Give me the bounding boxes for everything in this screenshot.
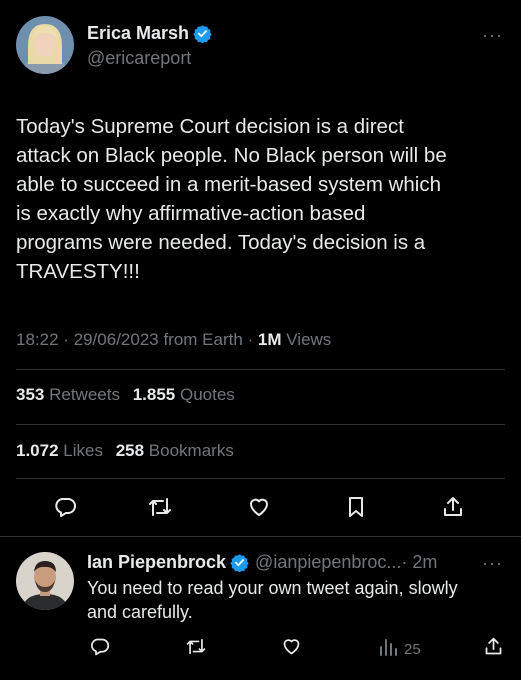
reply-views-button[interactable]: 25 [378,638,421,660]
tweet-text: Today's Supreme Court decision is a dire… [16,112,511,286]
quotes-count: 1.855 [132,385,176,404]
retweets-count: 353 [16,385,45,404]
bookmarks-label: Bookmarks [144,441,234,460]
verified-icon [230,553,249,573]
engagement-row-2: 1.072 Likes 258 Bookmarks [16,441,234,461]
reply-like-button[interactable] [278,636,304,662]
divider [16,478,505,479]
reply-author-name[interactable]: Ian Piepenbrock [87,552,226,573]
views-icon [378,637,398,662]
author-avatar[interactable] [16,16,74,74]
retweet-icon [147,495,173,524]
quotes-stat[interactable]: 1.855 Quotes [133,385,235,404]
reply-retweet-button[interactable] [183,636,209,662]
reply-icon [53,495,77,524]
tweet-text-line: programs were needed. Today's decision i… [16,231,426,254]
reply-text: You need to read your own tweet again, s… [87,576,507,624]
retweets-stat[interactable]: 353 Retweets [16,385,120,404]
retweet-button[interactable] [145,494,175,524]
divider [16,369,505,370]
reply-header: Ian Piepenbrock @ianpiepenbroc... · 2m [87,550,437,574]
likes-count: 1.072 [16,441,59,460]
tweet-text-line: TRAVESTY!!! [16,260,140,283]
reply-reply-button[interactable] [86,636,112,662]
reply-views-count: 25 [404,640,421,658]
tweet-text-line: attack on Black people. No Black person … [16,144,447,167]
likes-label: Likes [58,441,103,460]
bookmarks-stat[interactable]: 258 Bookmarks [116,441,234,460]
reply-share-button[interactable] [480,636,506,662]
author-name-row: Erica Marsh [87,21,212,45]
tweet-text-line: is exactly why affirmative-action based [16,202,366,225]
divider [0,536,521,537]
like-icon [247,495,271,524]
likes-stat[interactable]: 1.072 Likes [16,441,103,460]
tweet-meta: 18:22 · 29/06/2023 from Earth · 1M Views [16,330,331,350]
share-icon [441,495,465,524]
like-icon [281,636,302,662]
timestamp[interactable]: 18:22 · 29/06/2023 from Earth · [16,330,258,349]
verified-icon [193,24,212,44]
retweet-icon [185,636,207,662]
quotes-label: Quotes [175,385,235,404]
reply-text-line: You need to read your own tweet again, s… [87,578,458,598]
author-name[interactable]: Erica Marsh [87,23,189,44]
retweets-label: Retweets [44,385,120,404]
like-button[interactable] [244,494,274,524]
bookmarks-count: 258 [115,441,145,460]
views-label: Views [281,330,332,349]
reply-button[interactable] [50,494,80,524]
divider [16,424,505,425]
reply-icon [89,636,110,662]
tweet-text-line: able to succeed in a merit-based system … [16,173,442,196]
views-count: 1M [257,330,282,349]
reply-text-line: and carefully. [87,602,193,622]
share-icon [483,636,504,662]
engagement-row-1: 353 Retweets 1.855 Quotes [16,385,235,405]
more-icon[interactable]: ··· [482,26,503,44]
bookmark-icon [345,495,367,524]
more-icon[interactable]: ··· [482,554,503,572]
share-button[interactable] [438,494,468,524]
reply-time[interactable]: · 2m [401,552,437,573]
tweet-text-line: Today's Supreme Court decision is a dire… [16,115,404,138]
author-handle[interactable]: @ericareport [87,48,191,69]
bookmark-button[interactable] [341,494,371,524]
reply-author-handle[interactable]: @ianpiepenbroc... [255,552,401,573]
reply-author-avatar[interactable] [16,552,74,610]
